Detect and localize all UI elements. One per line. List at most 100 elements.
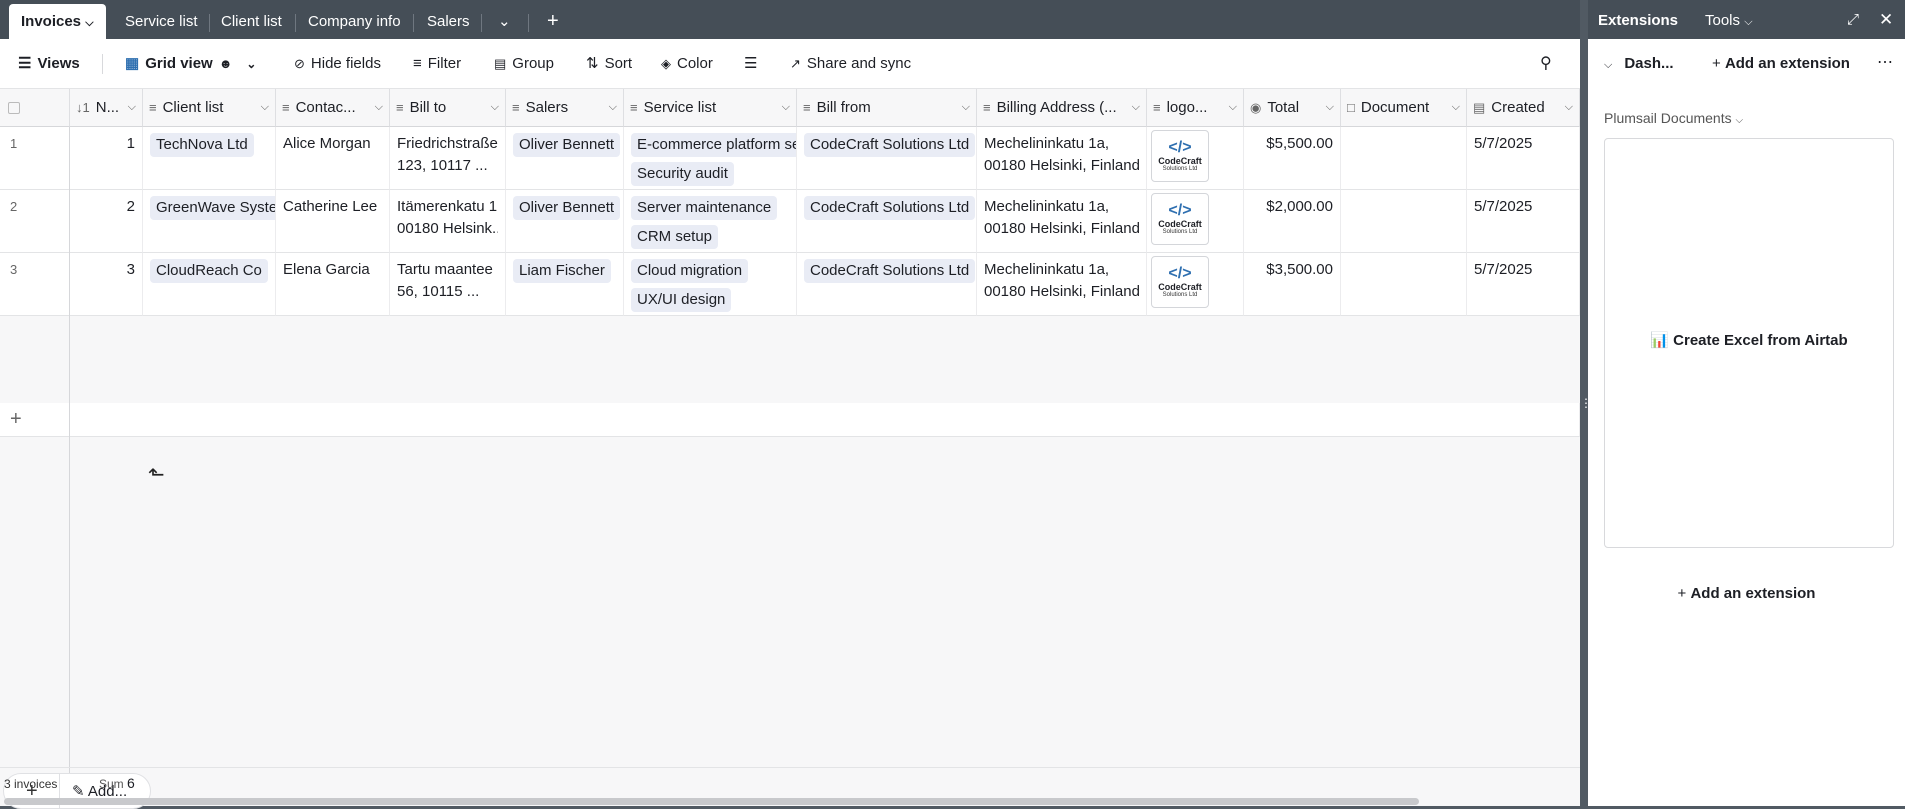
cell-created[interactable]: 5/7/2025 [1467,253,1580,316]
add-extension-bottom-button[interactable]: + Add an extension [1588,585,1905,602]
chevron-down-icon[interactable]: ⌵ [1326,101,1334,114]
cell-contact[interactable]: Catherine Lee [276,190,390,253]
add-table-button[interactable]: + [535,6,571,39]
chevron-down-icon[interactable]: ⌵ [1229,101,1237,114]
cell-number[interactable]: 2 [70,190,143,253]
cell-salers[interactable]: Liam Fischer [506,253,624,316]
cell-bill-from[interactable]: CodeCraft Solutions Ltd [797,127,977,190]
cell-total[interactable]: $5,500.00 [1244,127,1341,190]
create-excel-button[interactable]: 📊 Create Excel from Airtab [1605,331,1893,349]
column-header-bill-from[interactable]: ≡ Bill from ⌵ [797,89,977,127]
chevron-down-icon[interactable]: ⌵ [375,101,383,114]
cell-bill-to[interactable]: Itämerenkatu 1, 00180 Helsink... [390,190,506,253]
column-header-salers[interactable]: ≡ Salers ⌵ [506,89,624,127]
column-header-contact[interactable]: ≡ Contac... ⌵ [276,89,390,127]
record-chip[interactable]: GreenWave Systen [150,196,275,220]
filter-button[interactable]: ≡ Filter [413,53,461,75]
cell-total[interactable]: $2,000.00 [1244,190,1341,253]
record-chip[interactable]: CodeCraft Solutions Ltd [804,196,976,220]
cell-client-list[interactable]: TechNova Ltd [143,127,276,190]
cell-bill-to[interactable]: Tartu maantee 56, 10115 ... [390,253,506,316]
add-record-button[interactable]: + [0,403,70,437]
column-header-total[interactable]: ◉ Total ⌵ [1244,89,1341,127]
tools-menu[interactable]: Tools ⌵ [1705,12,1753,29]
cell-bill-from[interactable]: CodeCraft Solutions Ltd [797,253,977,316]
cell-logo[interactable]: </> CodeCraft Solutions Ltd [1147,127,1244,190]
cell-total[interactable]: $3,500.00 [1244,253,1341,316]
column-header-client-list[interactable]: ≡ Client list ⌵ [143,89,276,127]
cell-client-list[interactable]: GreenWave Systen [143,190,276,253]
chevron-down-icon[interactable]: ⌵ [128,101,136,114]
column-header-number[interactable]: ↓1 N... ⌵ [70,89,143,127]
plumsail-extension-title[interactable]: Plumsail Documents ⌵ [1604,110,1743,126]
cell-salers[interactable]: Oliver Bennett [506,190,624,253]
cell-billing-address[interactable]: Mechelininkatu 1a, 00180 Helsinki, Finlan… [977,253,1147,316]
record-chip[interactable]: Liam Fischer [513,259,611,283]
record-chip[interactable]: CloudReach Co [150,259,268,283]
search-button[interactable]: ⚲ [1540,53,1552,75]
company-logo-thumbnail[interactable]: </> CodeCraft Solutions Ltd [1151,130,1209,182]
close-icon[interactable]: ✕ [1879,10,1893,30]
more-icon[interactable]: ⋯ [1877,52,1893,72]
cell-billing-address[interactable]: Mechelininkatu 1a, 00180 Helsinki, Finlan… [977,127,1147,190]
expand-icon[interactable]: ⤢ [1847,11,1859,28]
chevron-down-icon[interactable]: ⌵ [609,101,617,114]
record-chip[interactable]: Oliver Bennett [513,133,621,157]
add-extension-button[interactable]: + Add an extension [1712,55,1850,72]
company-logo-thumbnail[interactable]: </> CodeCraft Solutions Ltd [1151,193,1209,245]
chevron-down-icon[interactable]: ⌵ [962,101,970,114]
tab-company-info[interactable]: Company info [296,6,413,39]
cell-billing-address[interactable]: Mechelininkatu 1a, 00180 Helsinki, Finlan… [977,190,1147,253]
record-chip[interactable]: CodeCraft Solutions Ltd [804,133,976,157]
cell-service-list[interactable]: Server maintenance CRM setup [624,190,797,253]
cell-created[interactable]: 5/7/2025 [1467,190,1580,253]
horizontal-scrollbar[interactable] [4,798,1419,805]
record-chip[interactable]: Server maintenance [631,196,778,220]
chevron-down-icon[interactable]: ⌵ [85,17,93,29]
select-all-checkbox-cell[interactable] [0,89,70,127]
tab-salers[interactable]: Salers [415,6,482,39]
chevron-down-icon[interactable]: ⌵ [1132,101,1140,114]
cell-document[interactable] [1341,127,1467,190]
chevron-down-icon[interactable]: ⌵ [491,101,499,114]
resize-handle[interactable]: ⋮ [1580,397,1592,424]
cell-document[interactable] [1341,253,1467,316]
record-chip[interactable]: CRM setup [631,225,719,249]
row-number[interactable]: 1 [0,127,70,190]
checkbox-icon[interactable] [8,101,20,114]
cell-number[interactable]: 1 [70,127,143,190]
cell-service-list[interactable]: Cloud migration UX/UI design [624,253,797,316]
record-chip[interactable]: Oliver Bennett [513,196,621,220]
company-logo-thumbnail[interactable]: </> CodeCraft Solutions Ltd [1151,256,1209,308]
chevron-down-icon[interactable]: ⌵ [782,101,790,114]
views-button[interactable]: ☰ Views [18,53,80,75]
add-record-row[interactable] [70,403,1580,437]
cell-service-list[interactable]: E-commerce platform se Security audit [624,127,797,190]
cell-salers[interactable]: Oliver Bennett [506,127,624,190]
color-button[interactable]: ◈ Color [661,53,713,75]
more-tables-button[interactable]: ⌄ [486,6,523,39]
hide-fields-button[interactable]: ⊘ Hide fields [294,53,381,75]
cell-created[interactable]: 5/7/2025 [1467,127,1580,190]
cell-client-list[interactable]: CloudReach Co [143,253,276,316]
column-header-bill-to[interactable]: ≡ Bill to ⌵ [390,89,506,127]
chevron-down-icon[interactable]: ⌵ [1565,101,1573,114]
cell-bill-from[interactable]: CodeCraft Solutions Ltd [797,190,977,253]
cell-bill-to[interactable]: Friedrichstraße 123, 10117 ... [390,127,506,190]
chevron-down-icon[interactable]: ⌵ [261,101,269,114]
dashboard-selector[interactable]: ⌵ Dash... [1604,55,1674,72]
tab-client-list[interactable]: Client list [209,6,294,39]
sum-summary[interactable]: Sum 6 [99,775,135,791]
tab-service-list[interactable]: Service list [113,6,210,39]
row-number[interactable]: 3 [0,253,70,316]
cell-logo[interactable]: </> CodeCraft Solutions Ltd [1147,190,1244,253]
column-header-logo[interactable]: ≡ logo... ⌵ [1147,89,1244,127]
column-header-billing-address[interactable]: ≡ Billing Address (... ⌵ [977,89,1147,127]
record-chip[interactable]: UX/UI design [631,288,732,312]
row-number[interactable]: 2 [0,190,70,253]
tab-invoices[interactable]: Invoices ⌵ [9,4,106,39]
record-chip[interactable]: Cloud migration [631,259,749,283]
column-header-created[interactable]: ▤ Created ⌵ [1467,89,1580,127]
group-button[interactable]: ▤ Group [494,53,554,75]
share-sync-button[interactable]: ↗ Share and sync [790,53,911,75]
